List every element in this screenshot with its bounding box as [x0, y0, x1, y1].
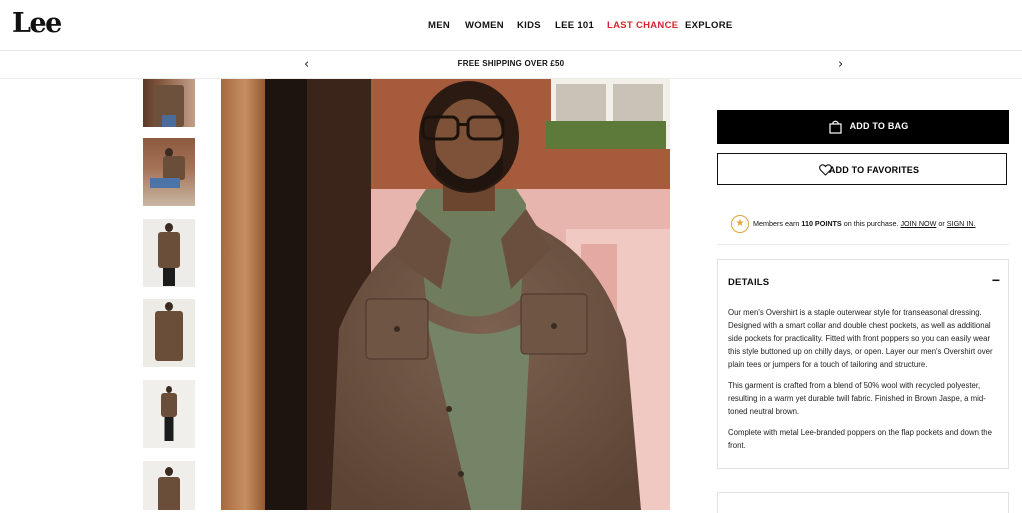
members-middle: on this purchase. [843, 219, 899, 228]
nav-item-last-chance[interactable]: LAST CHANCE [607, 20, 678, 31]
details-paragraph-1: Our men's Overshirt is a staple outerwea… [728, 308, 993, 369]
members-points: ★ Members earn 110 POINTS on this purcha… [717, 214, 1009, 245]
collapse-icon[interactable]: − [992, 272, 1000, 288]
site-header: Lee MEN WOMEN KIDS LEE 101 LAST CHANCE E… [0, 0, 1022, 51]
details-paragraph-2: This garment is crafted from a blend of … [728, 381, 986, 416]
details-accordion: DETAILS − Our men's Overshirt is a stapl… [717, 259, 1009, 469]
add-to-bag-button[interactable]: ADD TO BAG [717, 110, 1009, 144]
thumbnail-1[interactable] [143, 79, 195, 127]
members-prefix: Members earn [753, 219, 800, 228]
thumbnail-6[interactable] [143, 461, 195, 510]
star-icon: ★ [731, 215, 749, 233]
nav-item-lee-101[interactable]: LEE 101 [555, 20, 594, 31]
promo-bar: ‹ FREE SHIPPING OVER £50 › [0, 51, 1022, 79]
add-to-favorites-button[interactable]: ADD TO FAVORITES [717, 153, 1007, 185]
nav-item-explore[interactable]: EXPLORE [685, 20, 733, 31]
details-title[interactable]: DETAILS [728, 277, 769, 288]
product-info-panel: ADD TO BAG ADD TO FAVORITES ★ Members ea… [717, 79, 1009, 513]
details-body: Our men's Overshirt is a staple outerwea… [728, 306, 1000, 460]
members-points-value: 110 POINTS [801, 219, 842, 228]
members-text: Members earn 110 POINTS on this purchase… [753, 219, 976, 228]
thumbnail-4[interactable] [143, 299, 195, 367]
promo-text: FREE SHIPPING OVER £50 [457, 59, 565, 68]
sign-in-link[interactable]: SIGN IN. [947, 219, 976, 228]
nav-item-women[interactable]: WOMEN [465, 20, 504, 31]
product-photo [221, 79, 670, 510]
thumbnail-3[interactable] [143, 219, 195, 287]
add-to-bag-label: ADD TO BAG [849, 121, 909, 131]
add-to-favorites-label: ADD TO FAVORITES [828, 165, 920, 175]
product-main-image[interactable] [221, 79, 670, 510]
thumbnail-5[interactable] [143, 380, 195, 448]
details-paragraph-3: Complete with metal Lee-branded poppers … [728, 428, 992, 450]
nav-item-kids[interactable]: KIDS [517, 20, 541, 31]
members-or: or [938, 219, 945, 228]
chevron-right-icon[interactable]: › [838, 57, 843, 72]
main-nav: MEN WOMEN KIDS LEE 101 LAST CHANCE EXPLO… [0, 20, 1022, 34]
thumbnail-list [143, 79, 197, 510]
thumbnail-2[interactable] [143, 138, 195, 206]
nav-item-men[interactable]: MEN [428, 20, 450, 31]
join-now-link[interactable]: JOIN NOW [900, 219, 936, 228]
